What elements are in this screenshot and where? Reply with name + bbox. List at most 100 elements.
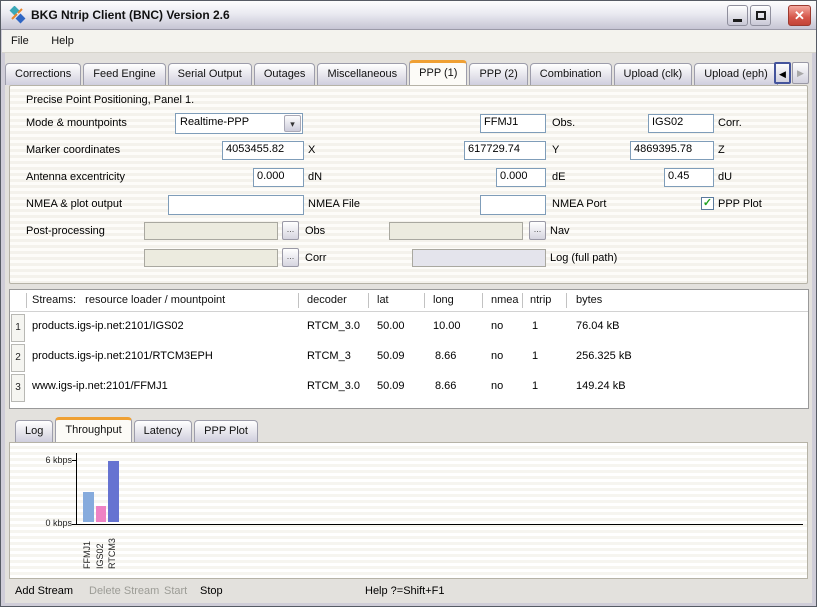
chevron-down-icon[interactable]: ▾ [284, 115, 301, 132]
nmea-label: NMEA & plot output [26, 198, 122, 210]
cell-bytes: 149.24 kB [576, 380, 626, 392]
minimize-button[interactable] [727, 5, 748, 26]
post-log-field [412, 249, 546, 267]
y-label-max: 6 kbps [32, 455, 72, 465]
tab-latency[interactable]: Latency [134, 420, 193, 442]
row-header-3[interactable]: 3 [11, 374, 25, 402]
col-header-decoder[interactable]: decoder [307, 294, 347, 306]
marker-z-field[interactable]: 4869395.78 [630, 141, 714, 160]
tab-ppp-1[interactable]: PPP (1) [409, 60, 467, 85]
ppp-plot-label: PPP Plot [718, 198, 762, 210]
col-header-long[interactable]: long [433, 294, 454, 306]
maximize-button[interactable] [750, 5, 771, 26]
panel-title: Precise Point Positioning, Panel 1. [26, 94, 194, 106]
y-label-min: 0 kbps [32, 518, 72, 528]
antenna-label: Antenna excentricity [26, 171, 125, 183]
mode-combobox[interactable]: Realtime-PPP ▾ [175, 113, 303, 134]
col-header-nmea[interactable]: nmea [491, 294, 519, 306]
chart-bar [83, 492, 94, 522]
post-log-label: Log (full path) [550, 252, 617, 264]
post-nav-label: Nav [550, 225, 570, 237]
y-axis [76, 453, 77, 524]
tab-upload-clk[interactable]: Upload (clk) [614, 63, 693, 85]
ppp-plot-checkbox[interactable]: ✓ [701, 197, 714, 210]
mode-label: Mode & mountpoints [26, 117, 127, 129]
tab-feed-engine[interactable]: Feed Engine [83, 63, 165, 85]
tab-outages[interactable]: Outages [254, 63, 316, 85]
tab-log[interactable]: Log [15, 420, 53, 442]
y-tick-min [72, 524, 76, 525]
cell-lat: 50.00 [377, 320, 405, 332]
window-frame-left [1, 30, 5, 607]
antenna-de-field[interactable]: 0.000 [496, 168, 546, 187]
stop-button[interactable]: Stop [200, 585, 223, 597]
obs-mountpoint-field[interactable]: FFMJ1 [480, 114, 546, 133]
menu-help[interactable]: Help [42, 30, 83, 52]
app-icon [8, 6, 27, 25]
antenna-dn-field[interactable]: 0.000 [253, 168, 304, 187]
corr-label: Corr. [718, 117, 742, 129]
post-obs-browse-button[interactable]: ... [282, 221, 299, 240]
tab-miscellaneous[interactable]: Miscellaneous [317, 63, 407, 85]
tab-combination[interactable]: Combination [530, 63, 612, 85]
tab-ppp-2[interactable]: PPP (2) [469, 63, 527, 85]
row-header-2[interactable]: 2 [11, 344, 25, 372]
marker-y-field[interactable]: 617729.74 [464, 141, 546, 160]
col-header-bytes[interactable]: bytes [576, 294, 602, 306]
title-bar[interactable]: BKG Ntrip Client (BNC) Version 2.6 ✕ [1, 1, 816, 30]
start-button[interactable]: Start [164, 585, 187, 597]
cell-ntrip: 1 [532, 380, 538, 392]
marker-x-field[interactable]: 4053455.82 [222, 141, 304, 160]
cell-nmea: no [491, 320, 503, 332]
marker-x-label: X [308, 144, 315, 156]
cell-nmea: no [491, 380, 503, 392]
tab-scroll-left-button[interactable]: ◀ [774, 62, 791, 84]
nmea-file-field[interactable] [168, 195, 304, 215]
nmea-file-label: NMEA File [308, 198, 360, 210]
throughput-chart: 6 kbps 0 kbps FFMJ1 IGS02 RTCM3 [9, 442, 808, 579]
tab-corrections[interactable]: Corrections [5, 63, 81, 85]
cell-lat: 50.09 [377, 350, 405, 362]
antenna-dn-label: dN [308, 171, 322, 183]
col-header-lat[interactable]: lat [377, 294, 389, 306]
right-arrow-icon: ▶ [797, 68, 804, 78]
check-icon: ✓ [703, 197, 712, 209]
tab-scroll-right-button[interactable]: ▶ [792, 62, 809, 84]
mode-combobox-value: Realtime-PPP [180, 116, 249, 128]
col-header-ntrip[interactable]: ntrip [530, 294, 551, 306]
header-separator [522, 293, 523, 308]
antenna-de-label: dE [552, 171, 565, 183]
post-corr-browse-button[interactable]: ... [282, 248, 299, 267]
cell-decoder: RTCM_3.0 [307, 320, 360, 332]
tab-ppp-plot[interactable]: PPP Plot [194, 420, 258, 442]
close-button[interactable]: ✕ [788, 5, 811, 26]
cell-long: 10.00 [433, 320, 461, 332]
header-separator [26, 293, 27, 308]
ppp1-panel: Precise Point Positioning, Panel 1. Mode… [9, 85, 808, 284]
nmea-port-field[interactable] [480, 195, 546, 215]
x-axis [76, 524, 803, 525]
close-icon: ✕ [794, 8, 805, 24]
cell-bytes: 256.325 kB [576, 350, 632, 362]
marker-label: Marker coordinates [26, 144, 120, 156]
menu-bar: File Help [2, 30, 817, 53]
cell-decoder: RTCM_3.0 [307, 380, 360, 392]
corr-mountpoint-field[interactable]: IGS02 [648, 114, 714, 133]
tab-throughput[interactable]: Throughput [55, 417, 131, 442]
col-header-streams[interactable]: Streams: resource loader / mountpoint [32, 294, 225, 306]
bottom-tab-bar: Log Throughput Latency PPP Plot [15, 418, 260, 442]
post-nav-browse-button[interactable]: ... [529, 221, 546, 240]
tab-upload-eph[interactable]: Upload (eph) [694, 63, 778, 85]
cell-long: 8.66 [435, 350, 456, 362]
tab-serial-output[interactable]: Serial Output [168, 63, 252, 85]
row-header-1[interactable]: 1 [11, 314, 25, 342]
post-obs-label: Obs [305, 225, 325, 237]
menu-file[interactable]: File [2, 30, 38, 52]
chart-bar [96, 506, 106, 522]
antenna-du-field[interactable]: 0.45 [664, 168, 714, 187]
post-nav-field [389, 222, 523, 240]
add-stream-button[interactable]: Add Stream [15, 585, 73, 597]
help-hint: Help ?=Shift+F1 [365, 585, 445, 597]
window-frame-bottom [1, 603, 816, 606]
delete-stream-button[interactable]: Delete Stream [89, 585, 159, 597]
